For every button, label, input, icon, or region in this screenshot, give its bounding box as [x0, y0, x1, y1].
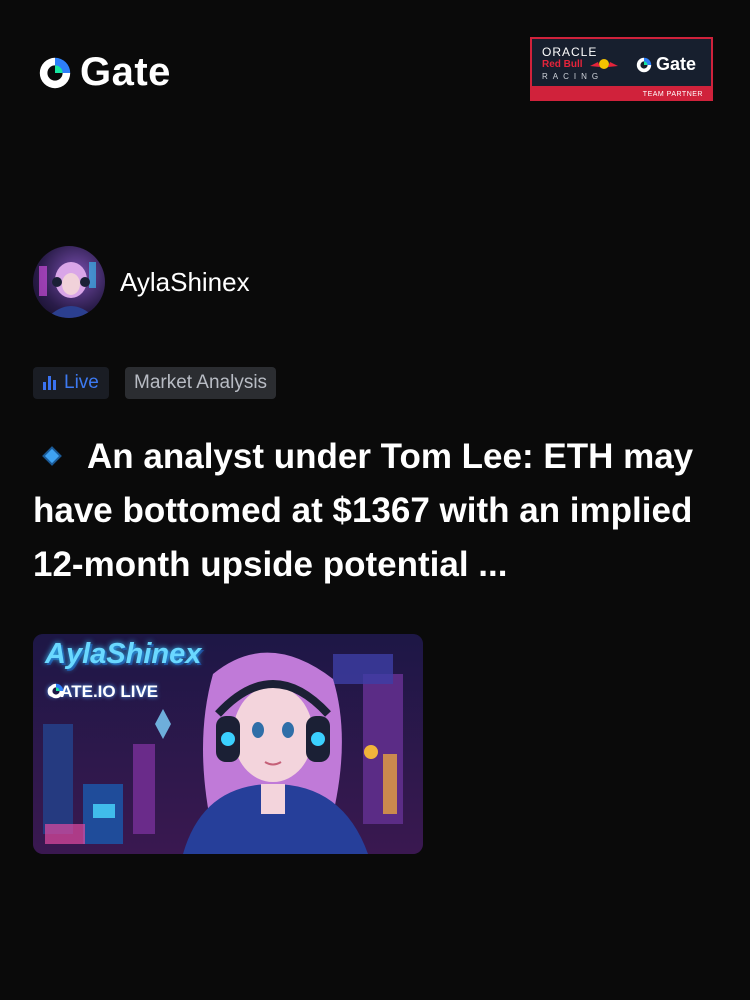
category-tag[interactable]: Market Analysis — [125, 367, 277, 399]
badge-redbull-text: Red Bull — [542, 59, 583, 70]
badge-gate-text: Gate — [656, 54, 697, 74]
post-thumbnail[interactable]: AylaShinex GATE.IO LIVE — [33, 634, 423, 854]
logo-text: Gate — [80, 50, 171, 94]
avatar-image — [39, 262, 96, 318]
redbull-icon — [590, 59, 618, 69]
thumbnail-live-label: GATE.IO LIVE — [47, 682, 158, 702]
post-headline[interactable]: An analyst under Tom Lee: ETH may have b… — [33, 430, 723, 592]
team-partner-badge[interactable]: ORACLE Red Bull RACING Gate TEAM PARTNER — [530, 37, 713, 101]
gate-logo-icon — [48, 683, 64, 699]
author-avatar[interactable] — [33, 246, 105, 318]
live-bars-icon — [43, 376, 56, 390]
author-name[interactable]: AylaShinex — [120, 267, 250, 298]
headline-text: An analyst under Tom Lee: ETH may have b… — [33, 437, 694, 584]
gate-logo[interactable]: Gate — [36, 50, 171, 95]
live-label: Live — [64, 372, 99, 393]
badge-racing-text: RACING — [542, 72, 604, 81]
live-tag[interactable]: Live — [33, 367, 109, 399]
gate-logo-icon — [636, 57, 652, 72]
gate-logo-icon — [39, 57, 71, 88]
thumbnail-title: AylaShinex — [45, 638, 202, 670]
blue-diamond-icon — [44, 448, 60, 463]
badge-partner-text: TEAM PARTNER — [642, 91, 703, 98]
badge-gate-logo: Gate — [635, 54, 696, 75]
